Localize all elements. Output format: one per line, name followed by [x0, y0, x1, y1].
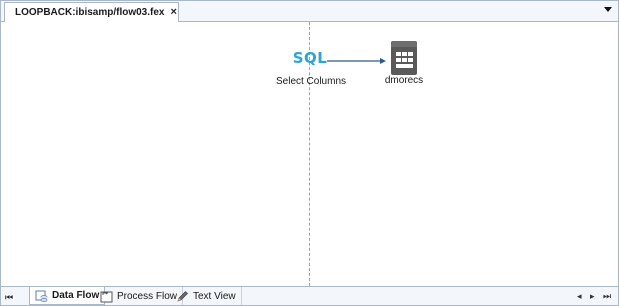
tab-text-view-label: Text View	[193, 290, 236, 302]
data-flow-icon	[35, 290, 48, 302]
last-page-icon[interactable]: ⏭	[603, 291, 611, 302]
document-tab-strip: LOOPBACK:ibisamp/flow03.fex ×	[1, 1, 618, 22]
flow-canvas[interactable]: SQL Select Columns dmorecs	[1, 22, 618, 286]
previous-page-icon[interactable]: ◂	[577, 291, 582, 302]
document-tab[interactable]: LOOPBACK:ibisamp/flow03.fex ×	[4, 2, 179, 22]
process-flow-icon	[100, 291, 113, 302]
close-icon[interactable]: ×	[170, 7, 176, 18]
tab-data-flow-label: Data Flow	[52, 290, 100, 301]
document-tab-title: LOOPBACK:ibisamp/flow03.fex	[15, 7, 165, 18]
database-table-icon[interactable]	[387, 40, 421, 76]
flow-connector-arrow[interactable]	[327, 57, 387, 65]
tab-process-flow[interactable]: Process Flow	[95, 287, 184, 305]
tab-text-view[interactable]: Text View	[171, 287, 242, 305]
next-page-icon[interactable]: ▸	[590, 291, 595, 302]
chevron-down-icon[interactable]	[604, 7, 612, 12]
tab-process-flow-label: Process Flow	[117, 290, 178, 302]
first-page-icon[interactable]: ⏮	[5, 292, 13, 303]
view-tab-bar: ⏮ Data Flow Process Flow Text View ◂ ▸ ⏭	[1, 286, 618, 305]
target-node-label: dmorecs	[384, 75, 424, 86]
tab-data-flow[interactable]: Data Flow	[29, 287, 106, 305]
sql-node-label: Select Columns	[275, 76, 347, 87]
sql-node[interactable]: SQL	[291, 49, 329, 67]
pencil-icon	[177, 290, 188, 301]
sql-icon: SQL	[292, 49, 328, 67]
editor-window: LOOPBACK:ibisamp/flow03.fex × SQL Select…	[0, 0, 619, 306]
